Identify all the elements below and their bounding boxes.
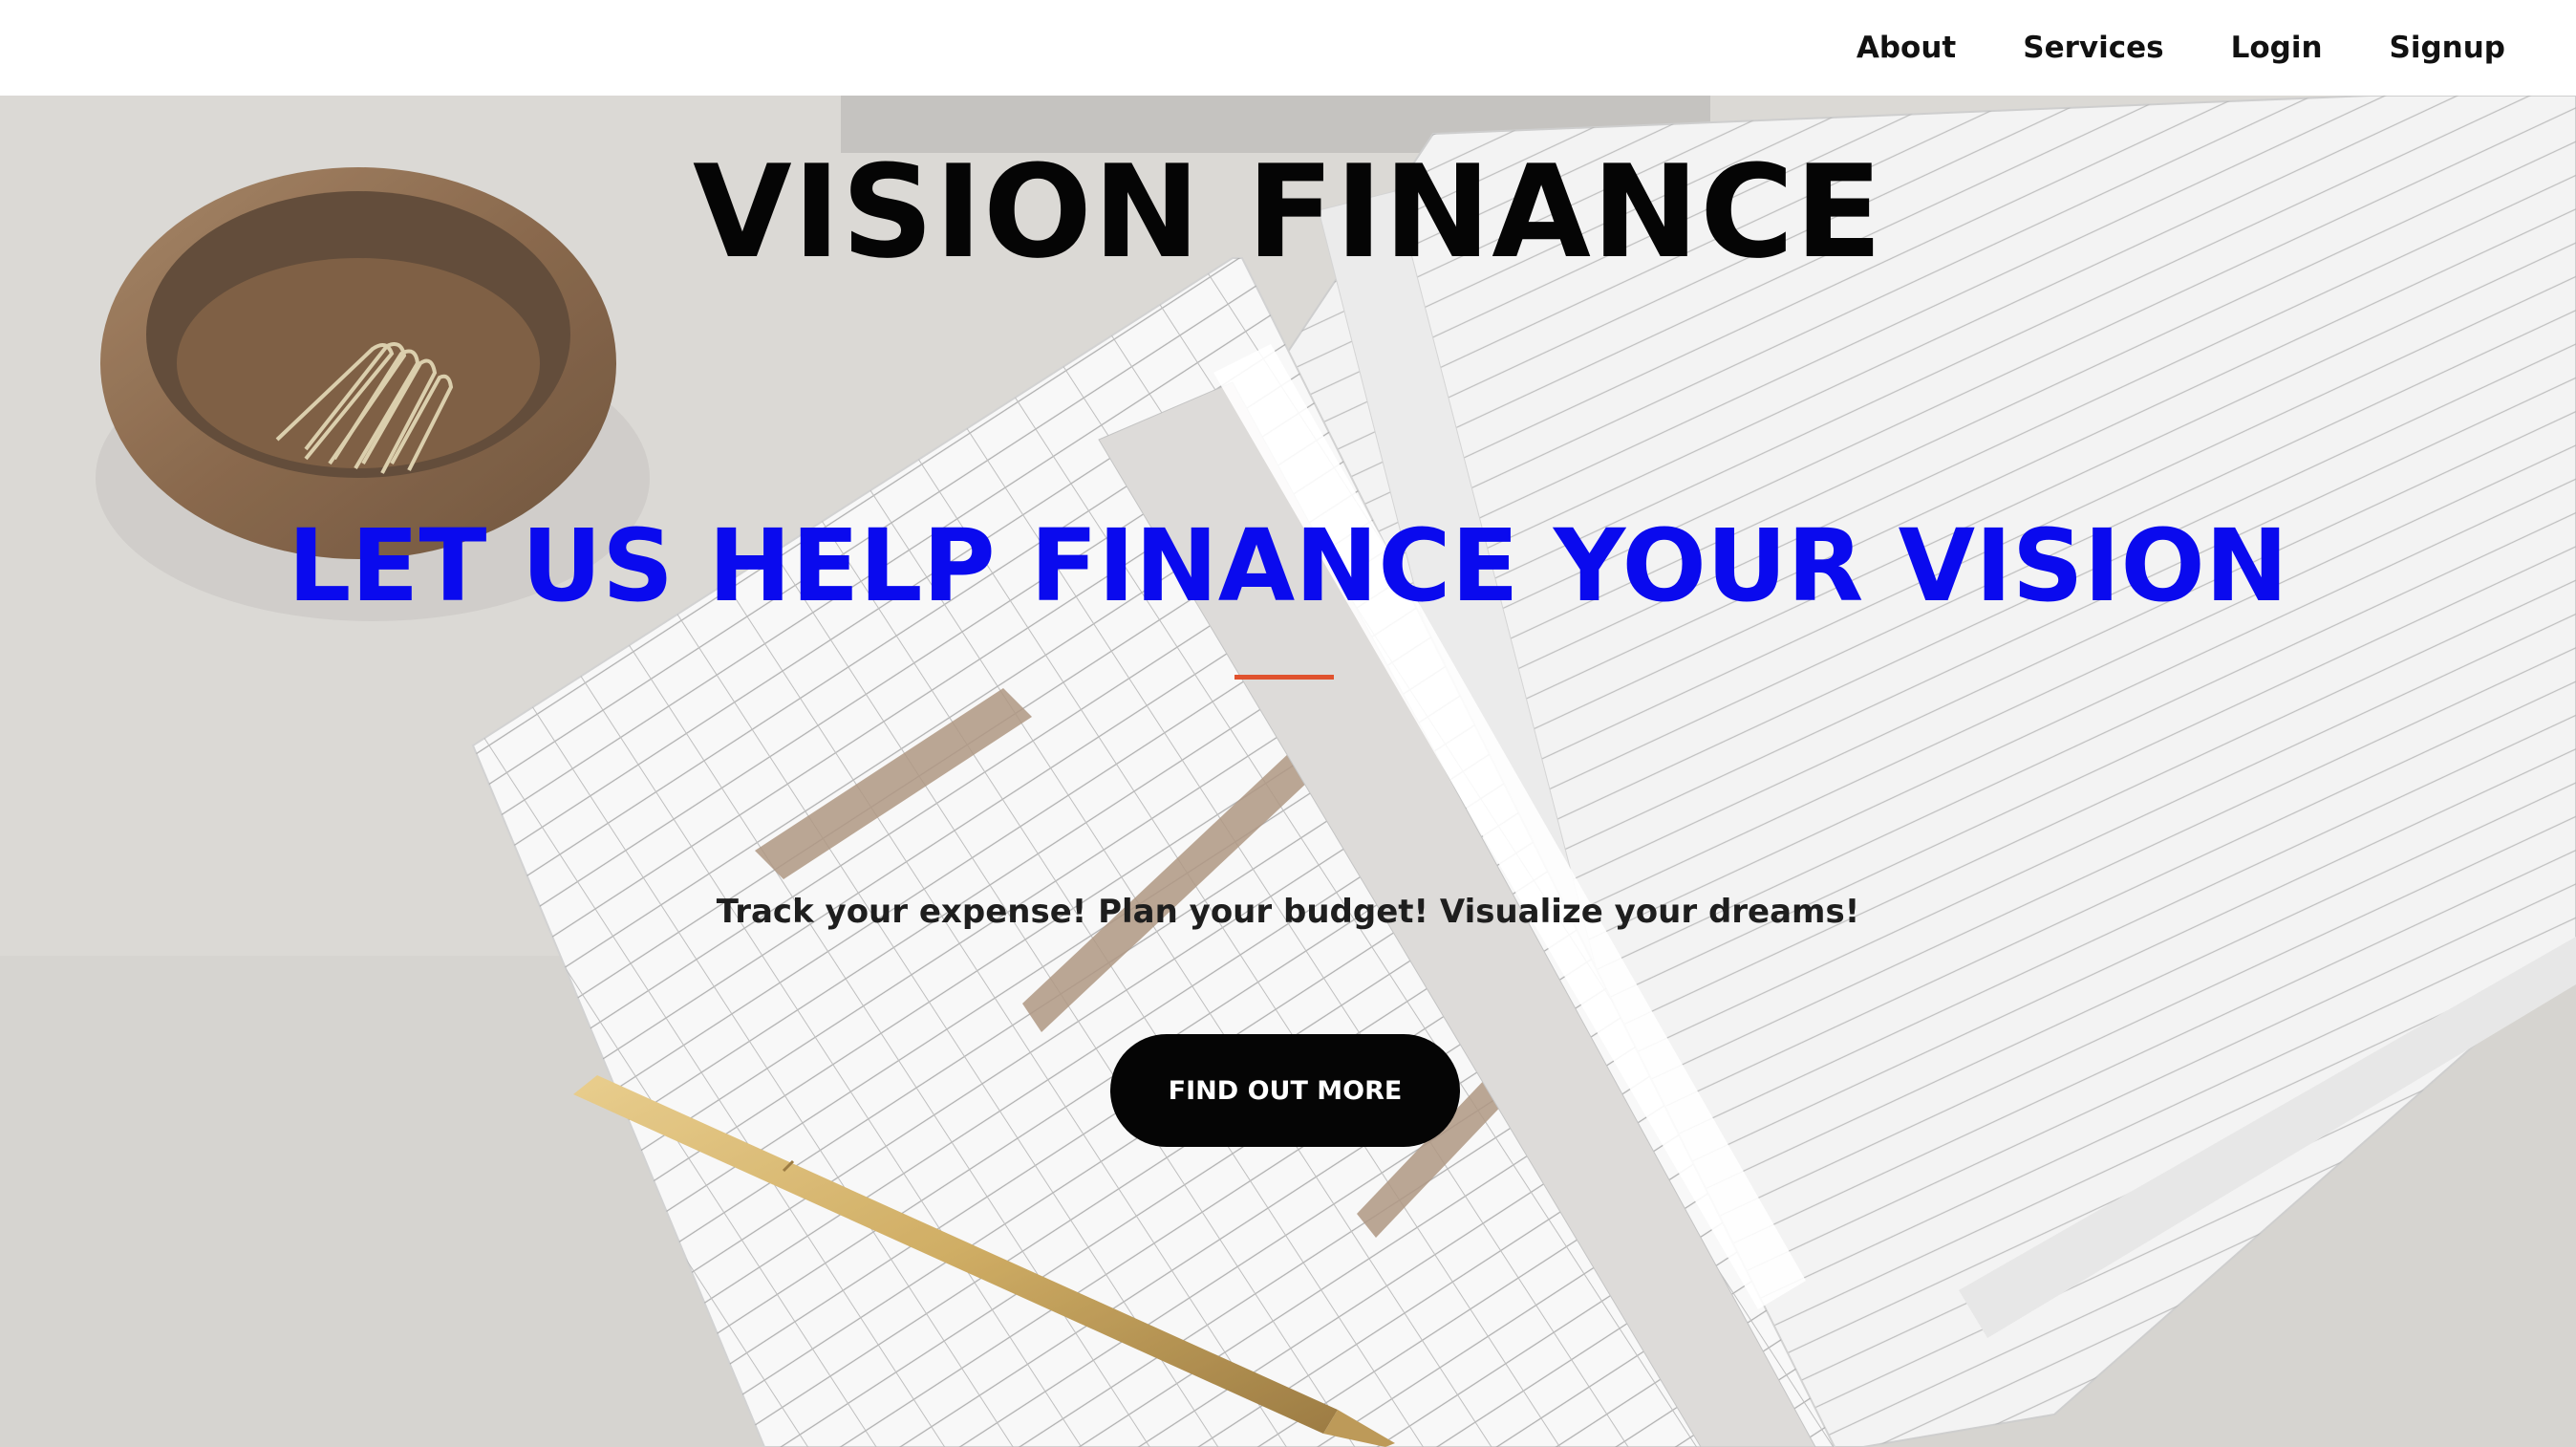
hero-section: VISION FINANCE LET US HELP FINANCE YOUR … (0, 96, 2576, 1447)
find-out-more-button[interactable]: FIND OUT MORE (1110, 1034, 1460, 1147)
nav-link-services[interactable]: Services (2023, 31, 2163, 65)
hero-tagline: LET US HELP FINANCE YOUR VISION (288, 508, 2288, 624)
nav-links: About Services Login Signup (1790, 0, 2576, 96)
nav-link-login[interactable]: Login (2231, 31, 2323, 65)
brand-title: VISION FINANCE (693, 138, 1883, 287)
nav-link-signup[interactable]: Signup (2390, 31, 2505, 65)
accent-divider (1234, 675, 1334, 680)
hero-background-image (0, 96, 2576, 1447)
top-navbar: About Services Login Signup (0, 0, 2576, 96)
hero-subtitle: Track your expense! Plan your budget! Vi… (716, 893, 1860, 931)
nav-link-about[interactable]: About (1857, 31, 1956, 65)
